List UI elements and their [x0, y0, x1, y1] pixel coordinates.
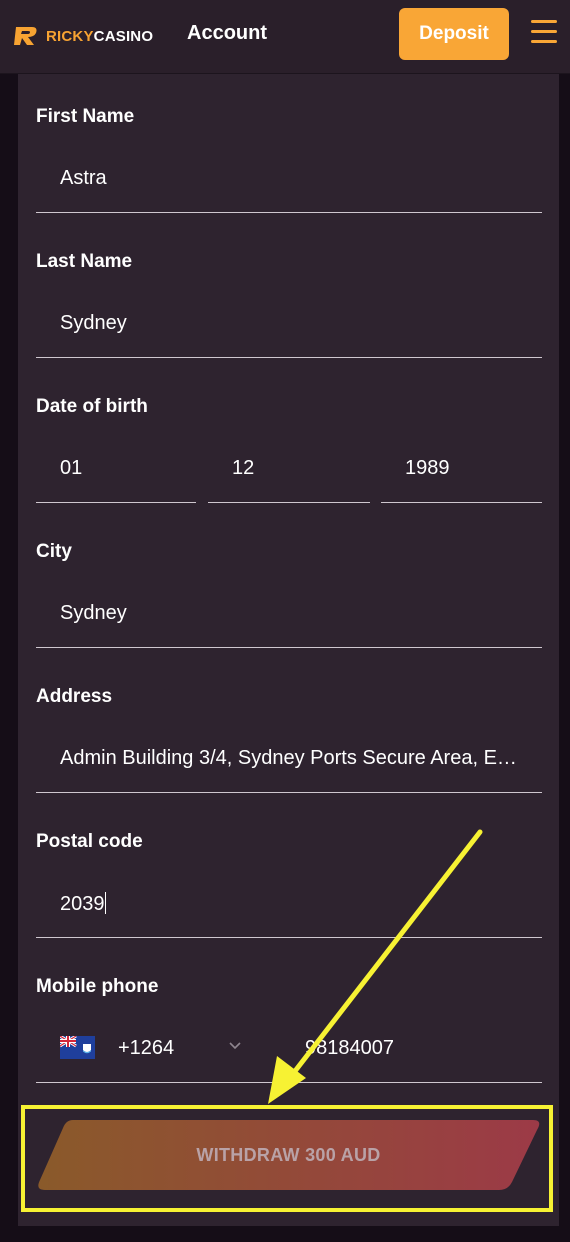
dob-day-input[interactable]: 01: [60, 457, 190, 480]
last-name-input[interactable]: Sydney: [60, 312, 530, 335]
deposit-button[interactable]: Deposit: [399, 8, 509, 60]
postal-code-underline: [36, 937, 542, 938]
top-bar: RICKYCASINO Account Deposit: [0, 0, 570, 74]
logo-text-casino: CASINO: [93, 27, 154, 45]
postal-code-label: Postal code: [36, 831, 143, 852]
dob-year-input[interactable]: 1989: [405, 457, 535, 480]
page-title: Account: [187, 22, 267, 44]
first-name-underline: [36, 212, 542, 213]
text-caret: [104, 892, 106, 914]
city-label: City: [36, 541, 72, 562]
hamburger-menu-icon[interactable]: [531, 20, 557, 44]
dob-year-underline: [381, 502, 542, 503]
postal-code-value: 2039: [60, 893, 105, 915]
address-input[interactable]: Admin Building 3/4, Sydney Ports Secure …: [60, 747, 530, 770]
phone-number-input[interactable]: 98184007: [305, 1037, 535, 1060]
dob-day-underline: [36, 502, 196, 503]
city-underline: [36, 647, 542, 648]
first-name-label: First Name: [36, 106, 135, 127]
last-name-underline: [36, 357, 542, 358]
dob-month-input[interactable]: 12: [232, 457, 362, 480]
ricky-logo-icon: [14, 27, 37, 45]
mobile-phone-label: Mobile phone: [36, 976, 159, 997]
address-underline: [36, 792, 542, 793]
chevron-down-icon[interactable]: [228, 1041, 242, 1051]
country-code-underline: [36, 1082, 270, 1083]
country-code-select[interactable]: +1264: [118, 1037, 218, 1060]
site-logo[interactable]: RICKYCASINO: [14, 22, 153, 50]
dob-month-underline: [208, 502, 370, 503]
city-input[interactable]: Sydney: [60, 602, 530, 625]
anguilla-flag-icon: [60, 1036, 95, 1059]
address-label: Address: [36, 686, 113, 707]
dob-label: Date of birth: [36, 396, 148, 417]
highlight-box: [21, 1105, 553, 1212]
logo-text-ricky: RICKY: [46, 27, 94, 45]
first-name-input[interactable]: Astra: [60, 167, 530, 190]
postal-code-input[interactable]: 2039: [60, 892, 530, 916]
phone-number-underline: [270, 1082, 542, 1083]
last-name-label: Last Name: [36, 251, 133, 272]
